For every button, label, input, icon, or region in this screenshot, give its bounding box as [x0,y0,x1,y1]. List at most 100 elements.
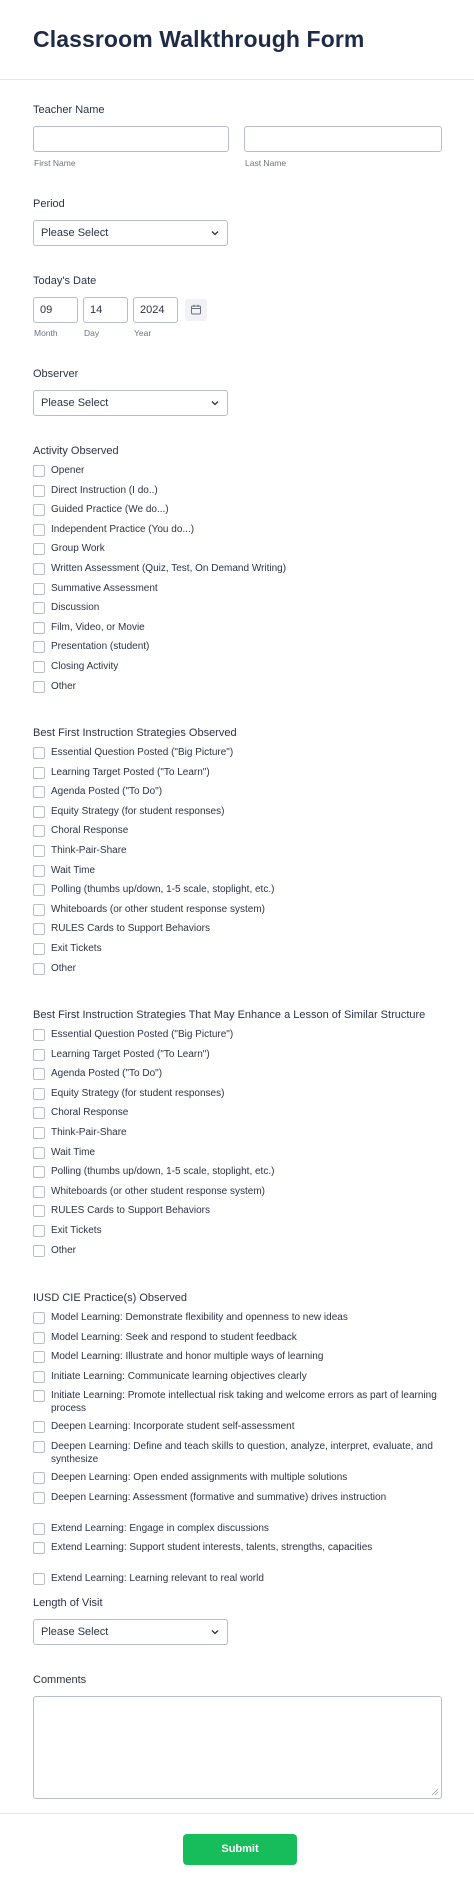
checkbox-option[interactable]: Polling (thumbs up/down, 1-5 scale, stop… [33,1165,274,1179]
checkbox-option[interactable]: Deepen Learning: Open ended assignments … [33,1471,347,1485]
checkbox-option[interactable]: Agenda Posted ("To Do") [33,1067,162,1081]
checkbox-option[interactable]: Deepen Learning: Incorporate student sel… [33,1420,294,1434]
checkbox-option[interactable]: Choral Response [33,1106,128,1120]
checkbox-option[interactable]: Exit Tickets [33,1224,102,1238]
checkbox-option[interactable]: Film, Video, or Movie [33,621,145,635]
checkbox[interactable] [33,1068,45,1081]
checkbox-option[interactable]: Opener [33,464,84,478]
calendar-button[interactable] [185,299,207,321]
checkbox[interactable] [33,1370,45,1383]
checkbox-option[interactable]: Other [33,1244,76,1258]
checkbox[interactable] [33,747,45,759]
checkbox[interactable] [33,465,45,477]
checkbox-option[interactable]: Independent Practice (You do...) [33,523,194,537]
checkbox[interactable] [33,1127,45,1139]
checkbox[interactable] [33,1542,45,1555]
checkbox-option[interactable]: RULES Cards to Support Behaviors [33,922,210,936]
checkbox-option[interactable]: Closing Activity [33,660,118,674]
checkbox[interactable] [33,1107,45,1120]
year-input[interactable]: 2024 [133,297,178,323]
checkbox[interactable] [33,923,45,936]
checkbox-option[interactable]: Whiteboards (or other student response s… [33,903,265,917]
checkbox[interactable] [33,786,45,799]
checkbox-option[interactable]: Discussion [33,601,99,615]
checkbox[interactable] [33,1472,45,1484]
checkbox-option[interactable]: Direct Instruction (I do..) [33,484,158,498]
checkbox-option[interactable]: RULES Cards to Support Behaviors [33,1204,210,1218]
checkbox-option[interactable]: Presentation (student) [33,640,149,654]
month-input[interactable]: 09 [33,297,78,323]
first-name-input[interactable] [33,126,229,152]
last-name-input[interactable] [244,126,442,152]
checkbox[interactable] [33,1351,45,1364]
checkbox[interactable] [33,845,45,857]
checkbox[interactable] [33,543,45,556]
checkbox-option[interactable]: Deepen Learning: Define and teach skills… [33,1440,442,1465]
checkbox[interactable] [33,1312,45,1324]
checkbox[interactable] [33,805,45,818]
checkbox[interactable] [33,602,45,615]
checkbox[interactable] [33,1421,45,1434]
checkbox[interactable] [33,641,45,654]
checkbox-option[interactable]: Learning Target Posted ("To Learn") [33,766,210,780]
checkbox-option[interactable]: Wait Time [33,1146,95,1160]
checkbox[interactable] [33,1029,45,1041]
checkbox-option[interactable]: Other [33,962,76,976]
checkbox-option[interactable]: Model Learning: Seek and respond to stud… [33,1331,297,1345]
checkbox-option[interactable]: Polling (thumbs up/down, 1-5 scale, stop… [33,883,274,897]
checkbox[interactable] [33,1205,45,1218]
checkbox[interactable] [33,661,45,673]
comments-textarea[interactable] [33,1696,442,1799]
checkbox-option[interactable]: Wait Time [33,864,95,878]
checkbox-option[interactable]: Whiteboards (or other student response s… [33,1185,265,1199]
checkbox[interactable] [33,1225,45,1237]
checkbox-option[interactable]: Deepen Learning: Assessment (formative a… [33,1491,442,1505]
checkbox[interactable] [33,523,45,536]
checkbox-option[interactable]: Model Learning: Demonstrate flexibility … [33,1311,348,1325]
checkbox[interactable] [33,484,45,497]
checkbox[interactable] [33,1390,45,1403]
checkbox[interactable] [33,1185,45,1198]
checkbox[interactable] [33,884,45,897]
checkbox[interactable] [33,1491,45,1504]
checkbox-option[interactable]: Choral Response [33,824,128,838]
checkbox-option[interactable]: Extend Learning: Learning relevant to re… [33,1572,264,1586]
checkbox[interactable] [33,1166,45,1179]
checkbox[interactable] [33,1146,45,1159]
checkbox-option[interactable]: Think-Pair-Share [33,844,127,858]
day-input[interactable]: 14 [83,297,128,323]
checkbox-option[interactable]: Exit Tickets [33,942,102,956]
checkbox[interactable] [33,1331,45,1344]
checkbox[interactable] [33,864,45,877]
checkbox-option[interactable]: Initiate Learning: Promote intellectual … [33,1389,442,1414]
checkbox-option[interactable]: Guided Practice (We do...) [33,503,169,517]
checkbox-option[interactable]: Model Learning: Illustrate and honor mul… [33,1350,323,1364]
checkbox-option[interactable]: Essential Question Posted ("Big Picture"… [33,746,233,760]
checkbox[interactable] [33,1522,45,1535]
checkbox[interactable] [33,504,45,517]
checkbox[interactable] [33,766,45,779]
checkbox-option[interactable]: Learning Target Posted ("To Learn") [33,1048,210,1062]
checkbox[interactable] [33,680,45,693]
checkbox[interactable] [33,621,45,634]
checkbox[interactable] [33,1048,45,1061]
checkbox-option[interactable]: Equity Strategy (for student responses) [33,805,224,819]
checkbox[interactable] [33,903,45,916]
checkbox[interactable] [33,582,45,595]
checkbox-option[interactable]: Essential Question Posted ("Big Picture"… [33,1028,233,1042]
checkbox-option[interactable]: Agenda Posted ("To Do") [33,785,162,799]
checkbox[interactable] [33,563,45,575]
checkbox[interactable] [33,943,45,955]
checkbox-option[interactable]: Extend Learning: Engage in complex discu… [33,1522,269,1536]
checkbox[interactable] [33,1441,45,1453]
checkbox-option[interactable]: Other [33,680,76,694]
period-select[interactable]: Please Select [33,220,228,246]
checkbox-option[interactable]: Initiate Learning: Communicate learning … [33,1370,307,1384]
checkbox[interactable] [33,1573,45,1586]
checkbox-option[interactable]: Think-Pair-Share [33,1126,127,1140]
checkbox-option[interactable]: Equity Strategy (for student responses) [33,1087,224,1101]
checkbox-option[interactable]: Summative Assessment [33,582,158,596]
checkbox[interactable] [33,962,45,975]
resize-handle-icon[interactable] [431,1788,439,1796]
observer-select[interactable]: Please Select [33,390,228,416]
